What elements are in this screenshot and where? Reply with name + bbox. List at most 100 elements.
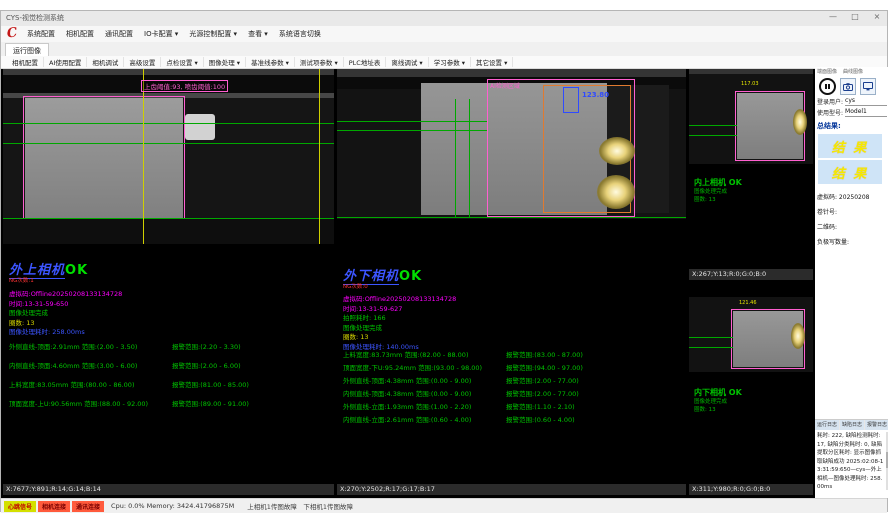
title-bar: CYS-视觉检测系统 — □ ×	[1, 11, 887, 27]
green-guide-line	[3, 123, 334, 124]
measure-value: 外侧直线-顶面:2.91mm 范围:(2.00 - 3.50)	[9, 343, 137, 351]
menu-item[interactable]: 相机配置	[66, 29, 94, 39]
menu-item[interactable]: 光源控制配置 ▾	[189, 29, 237, 39]
login-user-value[interactable]: cys	[845, 97, 887, 106]
glow-spot	[597, 175, 635, 209]
green-guide-line	[337, 217, 686, 218]
small-bottom-camera-image[interactable]: 121.46	[689, 297, 813, 372]
toolbar-item[interactable]: 相机配置	[7, 57, 44, 67]
small-top-camera-image[interactable]: 117.03	[689, 69, 813, 164]
toolbar-item[interactable]: 测试项参数 ▾	[295, 57, 344, 67]
small-line: 图像处理完成	[694, 188, 742, 196]
glow-spot	[791, 323, 805, 349]
process-done-line: 图像处理完成	[9, 309, 122, 319]
machine-rail	[337, 69, 686, 77]
measure-value: 顶面宽度-上U:90.56mm 范围:(88.00 - 92.00)	[9, 400, 148, 408]
app-window: CYS-视觉检测系统 — □ × C 系统配置相机配置通讯配置IO卡配置 ▾光源…	[0, 10, 888, 512]
camera-status: OK	[65, 263, 88, 278]
camera-name: 内上相机	[694, 178, 726, 187]
menu-item[interactable]: 查看 ▾	[248, 29, 268, 39]
log-tab[interactable]: 报警日志	[865, 420, 888, 430]
tab-run-image[interactable]: 运行图像	[5, 43, 49, 57]
left-camera-panel: 上齿阈值:93, 喷齿阈值:100 外上相机OK NG次数:1 虚拟码:Offl…	[3, 69, 334, 495]
close-button[interactable]: ×	[871, 12, 883, 21]
small-line: 图像处理完成	[694, 398, 742, 406]
camera-tool-button[interactable]	[840, 78, 856, 95]
alarm-range: 报警范围:(2.20 - 3.30)	[172, 341, 241, 351]
alarm-range: 报警范围:(89.00 - 91.00)	[172, 398, 249, 408]
measure-value: 内侧直线-立面:2.61mm 范围:(0.60 - 4.00)	[343, 416, 471, 424]
mid-camera-image[interactable]: 123.80 AI检测区域	[337, 69, 686, 219]
menu-bar: C 系统配置相机配置通讯配置IO卡配置 ▾光源控制配置 ▾查看 ▾系统语言切换	[1, 26, 887, 42]
measure-value: 顶面宽度-下U:95.24mm 范围:(93.00 - 98.00)	[343, 364, 482, 372]
measure-value: 上料宽度:83.05mm 范围:(80.00 - 86.00)	[9, 381, 134, 389]
view-tab[interactable]: 曲线图像	[843, 68, 863, 75]
toolbar-item[interactable]: PLC地址表	[344, 57, 387, 67]
cpu-memory-text: Cpu: 0.0% Memory: 3424.41796875M	[111, 502, 234, 510]
alarm-range: 报警范围:(94.00 - 97.00)	[506, 362, 583, 372]
process-time-line: 图像处理耗时: 258.00ms	[9, 328, 122, 338]
tab-strip: 运行图像	[1, 42, 887, 57]
small-top-camera-panel: 117.03 内上相机 OK 图像处理完成 圈数: 13 X:267;Y:13;…	[689, 69, 813, 280]
main-workspace: 上齿阈值:93, 喷齿阈值:100 外上相机OK NG次数:1 虚拟码:Offl…	[1, 69, 888, 498]
toolbar-item[interactable]: 基准线参数 ▾	[246, 57, 295, 67]
left-camera-image[interactable]: 上齿阈值:93, 喷齿阈值:100	[3, 69, 334, 244]
toolbar-item[interactable]: 图像处理 ▾	[204, 57, 246, 67]
mid-coordinate-bar: X:270;Y:2502;R:17;G:17;B:17	[337, 484, 686, 495]
green-guide-line	[3, 218, 334, 219]
alarm-range: 报警范围:(0.60 - 4.00)	[506, 414, 575, 424]
measure-row: 内侧直线-顶面:4.60mm 范围:(3.00 - 6.00) 报警范围:(2.…	[9, 360, 332, 379]
measure-row: 外侧直线-顶面:4.38mm 范围:(0.00 - 9.00) 报警范围:(2.…	[343, 375, 684, 388]
menu-item[interactable]: 系统配置	[27, 29, 55, 39]
time-line: 时间:13-31-59-627	[343, 305, 456, 315]
result-boxes: 结 果结 果	[815, 134, 888, 184]
log-tab[interactable]: 运行日志	[815, 420, 839, 430]
measure-value: 内侧直线-顶面:4.60mm 范围:(3.00 - 6.00)	[9, 362, 137, 370]
green-guide-line	[689, 347, 733, 348]
log-tab[interactable]: 缺陷日志	[840, 420, 864, 430]
measure-row: 外侧直线-立面:1.93mm 范围:(1.00 - 2.20) 报警范围:(1.…	[343, 401, 684, 414]
menu-item[interactable]: 通讯配置	[105, 29, 133, 39]
process-done-line: 图像处理完成	[343, 324, 456, 334]
measure-value: 上料宽度:83.73mm 范围:(82.00 - 88.00)	[343, 351, 468, 359]
camera-icon	[843, 83, 853, 91]
toolbar-item[interactable]: 学习参数 ▾	[429, 57, 471, 67]
toolbar-item[interactable]: 离线调试 ▾	[386, 57, 428, 67]
view-tabs: 端面图像曲线图像	[815, 67, 888, 76]
right-sidebar: 端面图像曲线图像 登录用户: cys 使用型号: Model1 总结果:	[815, 67, 888, 498]
small-measure-label: 121.46	[739, 300, 757, 306]
toolbar-item[interactable]: 点检设置 ▾	[161, 57, 203, 67]
menu-item[interactable]: 系统语言切换	[279, 29, 321, 39]
monitor-tool-button[interactable]	[860, 78, 876, 95]
barcode-line: 虚拟码:Offline20250208133134728	[343, 295, 456, 305]
window-title: CYS-视觉检测系统	[6, 13, 64, 23]
needle-label: 卷针号:	[815, 201, 888, 216]
green-guide-line	[689, 135, 737, 136]
status-bar: 心跳信号相机连接通讯连接 Cpu: 0.0% Memory: 3424.4179…	[1, 498, 887, 513]
toolbar-item[interactable]: 其它设置 ▾	[471, 57, 513, 67]
camera-status: OK	[729, 388, 742, 397]
alarm-range: 报警范围:(1.10 - 2.10)	[506, 401, 575, 411]
maximize-button[interactable]: □	[849, 12, 861, 21]
model-value[interactable]: Model1	[845, 108, 887, 117]
measure-row: 外侧直线-顶面:2.91mm 范围:(2.00 - 3.50) 报警范围:(2.…	[9, 341, 332, 360]
minimize-button[interactable]: —	[827, 12, 839, 21]
glow-spot	[793, 109, 807, 135]
view-tab[interactable]: 端面图像	[817, 68, 837, 75]
menu-item[interactable]: IO卡配置 ▾	[144, 29, 178, 39]
small-bottom-result-text: 内下相机 OK 图像处理完成 圈数: 13	[694, 387, 742, 414]
ring-count-line: 圈数: 13	[9, 319, 122, 329]
connector-blob	[185, 114, 215, 140]
alarm-range: 报警范围:(2.00 - 77.00)	[506, 375, 579, 385]
green-guide-vline	[455, 99, 456, 217]
pause-button[interactable]	[819, 78, 836, 95]
ai-region-label: AI检测区域	[490, 81, 520, 90]
toolbar-item[interactable]: 相机调试	[87, 57, 124, 67]
status-badges: 心跳信号相机连接通讯连接	[4, 501, 104, 512]
toolbar-item[interactable]: AI使用配置	[44, 57, 87, 67]
toolbar-item[interactable]: 高级设置	[124, 57, 161, 67]
barcode-label: 虚拟码: 20250208	[815, 186, 888, 201]
alarm-range: 报警范围:(81.00 - 85.00)	[172, 379, 249, 389]
machine-rail	[689, 69, 813, 74]
login-user-field: 登录用户: cys	[815, 95, 888, 106]
